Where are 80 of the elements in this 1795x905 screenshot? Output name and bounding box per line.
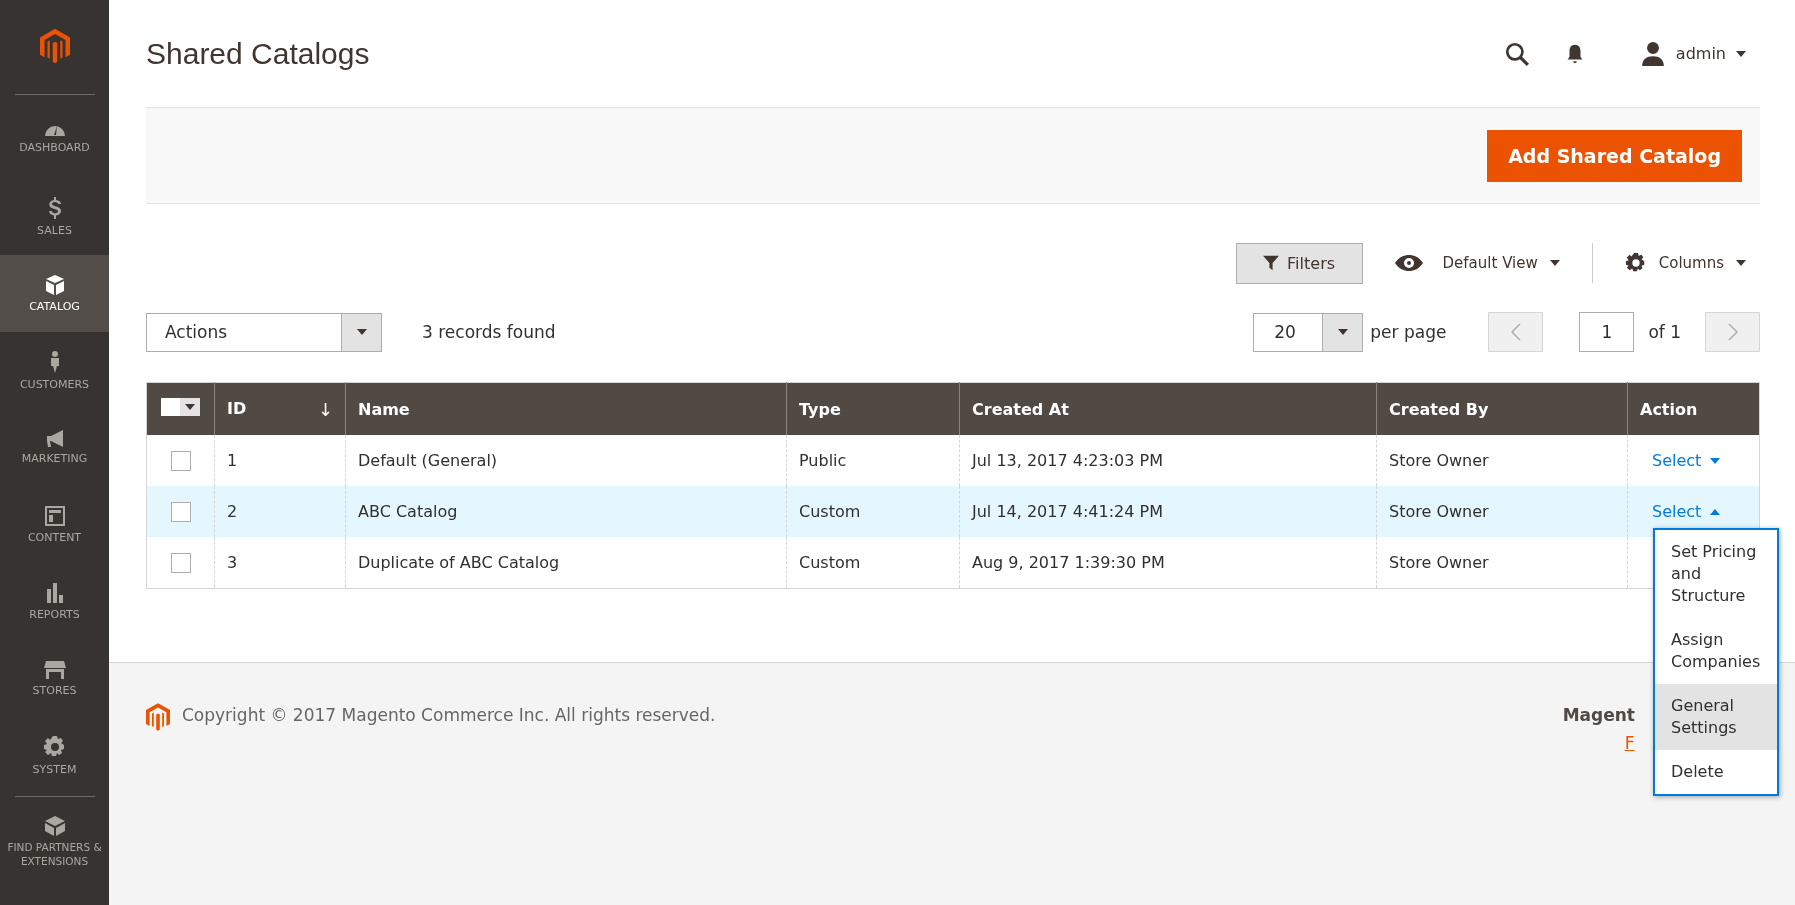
sidebar-item[interactable]: SALES — [0, 178, 109, 255]
logo-icon — [146, 703, 170, 731]
table-cell: Jul 14, 2017 4:41:24 PM — [959, 486, 1377, 537]
table-cell: ABC Catalog — [345, 486, 787, 537]
megaphone-icon — [45, 429, 64, 449]
layout-icon — [43, 504, 66, 527]
storefront-icon — [42, 659, 67, 680]
bar-chart-icon — [45, 581, 64, 604]
table-cell: Duplicate of ABC Catalog — [345, 537, 787, 589]
menu-item[interactable]: Assign Companies — [1655, 618, 1777, 684]
funnel-icon — [1263, 255, 1280, 271]
user-icon — [1639, 40, 1666, 67]
caret-icon — [356, 329, 367, 335]
box-icon — [44, 273, 65, 296]
columns-dropdown[interactable]: Columns — [1610, 252, 1760, 274]
sidebar-item[interactable]: MARKETING — [0, 409, 109, 486]
row-checkbox[interactable] — [170, 501, 191, 522]
sidebar-item[interactable]: FIND PARTNERS & EXTENSIONS — [0, 803, 109, 880]
caret-icon — [1710, 508, 1721, 515]
chevron-right-icon — [1727, 323, 1738, 341]
table-cell: 3 — [214, 537, 346, 589]
table-cell: Aug 9, 2017 1:39:30 PM — [959, 537, 1377, 589]
previous-page-button[interactable] — [1488, 312, 1544, 352]
sidebar-item[interactable]: CONTENT — [0, 486, 109, 563]
menu-item[interactable]: General Settings — [1655, 684, 1777, 750]
sort-arrow: ↓ — [317, 398, 333, 420]
eye-icon — [1394, 255, 1423, 271]
caret-icon — [1736, 260, 1746, 266]
menu-item[interactable]: Delete — [1655, 750, 1777, 794]
table-cell: 2 — [214, 486, 346, 537]
next-page-button[interactable] — [1705, 312, 1760, 352]
caret-icon — [185, 404, 195, 410]
chevron-left-icon — [1510, 323, 1521, 341]
column-header[interactable]: Type — [786, 382, 960, 435]
actions-dropdown[interactable]: Actions — [146, 312, 382, 352]
sidebar-item[interactable]: REPORTS — [0, 563, 109, 640]
table-cell: Store Owner — [1376, 537, 1628, 589]
filters-button[interactable]: Filters — [1235, 242, 1363, 284]
page-title: Shared Catalogs — [146, 36, 370, 71]
caret-icon — [1337, 329, 1348, 335]
column-header[interactable]: Created By — [1376, 382, 1628, 435]
column-header[interactable]: Name — [345, 382, 787, 435]
row-checkbox[interactable] — [170, 450, 191, 471]
gear-icon — [1624, 252, 1647, 274]
footer-title: Magent — [1562, 705, 1635, 725]
column-header[interactable]: Action — [1627, 382, 1760, 435]
page-size-dropdown[interactable]: 20 — [1253, 312, 1364, 352]
table-cell: Custom — [786, 486, 960, 537]
mass-select-dropdown[interactable] — [161, 398, 200, 416]
caret-icon — [1710, 457, 1721, 464]
table-cell: Store Owner — [1376, 486, 1628, 537]
per-page-label: per page — [1370, 322, 1447, 342]
bricks-icon — [43, 815, 66, 838]
person-icon — [49, 349, 60, 374]
add-shared-catalog-button[interactable]: Add Shared Catalog — [1487, 129, 1742, 182]
caret-icon — [1736, 50, 1746, 57]
sidebar-item[interactable]: STORES — [0, 640, 109, 717]
column-header[interactable]: Created At — [959, 382, 1377, 435]
records-count: 3 records found — [422, 322, 556, 342]
row-checkbox[interactable] — [170, 552, 191, 573]
table-cell: Custom — [786, 537, 960, 589]
logo-icon — [39, 26, 70, 66]
user-menu[interactable]: admin — [1639, 40, 1746, 67]
dollar-icon — [47, 195, 62, 220]
view-dropdown[interactable]: Default View — [1380, 254, 1574, 272]
gauge-icon — [43, 124, 66, 137]
column-header[interactable]: ID ↓ — [214, 382, 346, 435]
caret-icon — [1549, 260, 1560, 266]
menu-item[interactable]: Set Pricing and Structure — [1655, 530, 1777, 618]
sidebar-item[interactable]: DASHBOARD — [0, 101, 109, 178]
page-number-field[interactable]: 1 — [1579, 312, 1635, 352]
sidebar-item[interactable]: CATALOG — [0, 255, 109, 332]
gear-icon — [42, 734, 67, 759]
select-action-link[interactable]: Select — [1652, 451, 1721, 470]
select-action-link[interactable]: Select — [1652, 502, 1721, 521]
search-icon[interactable] — [1503, 40, 1530, 67]
page-count-label: of 1 — [1648, 322, 1681, 342]
sidebar-item[interactable]: CUSTOMERS — [0, 332, 109, 409]
sidebar-item[interactable]: SYSTEM — [0, 717, 109, 794]
copyright-text: Copyright © 2017 Magento Commerce Inc. All rights reserved. — [182, 705, 716, 725]
